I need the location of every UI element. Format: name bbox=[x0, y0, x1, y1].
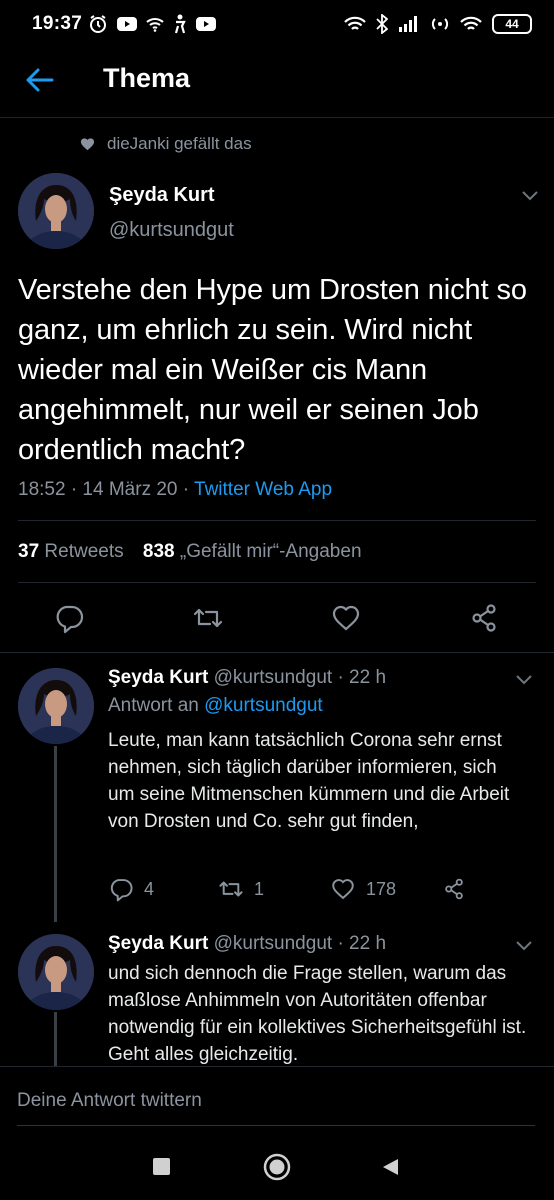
notification-icons bbox=[88, 13, 216, 35]
reply-action-share[interactable] bbox=[442, 876, 466, 902]
tweet-timestamp: 18:52 · 14 März 20 · bbox=[18, 479, 195, 500]
author-name[interactable]: Şeyda Kurt bbox=[109, 184, 215, 207]
youtube-icon-2 bbox=[196, 17, 216, 31]
page-title: Thema bbox=[103, 63, 191, 93]
like-icon[interactable] bbox=[330, 602, 362, 634]
recent-apps-button[interactable] bbox=[153, 1158, 170, 1175]
status-time: 19:37 bbox=[32, 13, 83, 34]
retweets-count: 37 bbox=[18, 541, 40, 562]
author-handle[interactable]: @kurtsundgut bbox=[109, 219, 234, 242]
liked-by-row[interactable]: dieJanki gefällt das bbox=[80, 134, 252, 154]
avatar-image bbox=[18, 934, 94, 1010]
retweet-icon[interactable] bbox=[192, 602, 224, 634]
reply-author[interactable]: Şeyda Kurt @kurtsundgut · 22 h bbox=[108, 933, 386, 955]
system-icons: 44 bbox=[344, 12, 532, 36]
liked-by-text: dieJanki gefällt das bbox=[107, 134, 252, 153]
reply-input-underline bbox=[17, 1125, 535, 1126]
likes-count: 838 bbox=[142, 541, 175, 562]
tweet-source-link[interactable]: Twitter Web App bbox=[194, 479, 332, 500]
back-arrow-icon[interactable] bbox=[24, 66, 56, 94]
avatar[interactable] bbox=[18, 668, 94, 744]
tweet-meta: 18:52 · 14 März 20 · Twitter Web App bbox=[18, 479, 332, 501]
reply-count: 4 bbox=[144, 878, 155, 899]
thread-line bbox=[54, 1012, 57, 1066]
heart-icon bbox=[80, 138, 95, 151]
like-icon bbox=[332, 879, 354, 900]
retweets-stat[interactable]: 37 Retweets bbox=[18, 541, 124, 562]
signal-icon bbox=[399, 16, 417, 32]
alarm-icon bbox=[90, 15, 106, 33]
divider bbox=[18, 582, 536, 583]
divider bbox=[0, 652, 554, 653]
wifi-notification-icon bbox=[146, 18, 164, 32]
avatar-image bbox=[18, 668, 94, 744]
retweet-count: 1 bbox=[254, 878, 265, 899]
bluetooth-icon bbox=[376, 14, 388, 34]
reply-author[interactable]: Şeyda Kurt @kurtsundgut · 22 h bbox=[108, 667, 386, 689]
reply-to-label: Antwort an bbox=[108, 695, 205, 716]
reply-author-handle: @kurtsundgut · 22 h bbox=[208, 667, 387, 688]
like-count: 178 bbox=[366, 878, 397, 899]
reply-input[interactable]: Deine Antwort twittern bbox=[17, 1090, 202, 1112]
wifi-icon bbox=[344, 16, 366, 30]
share-icon[interactable] bbox=[468, 602, 500, 634]
accessibility-icon bbox=[174, 14, 186, 34]
reply-author-name: Şeyda Kurt bbox=[108, 933, 209, 954]
retweet-icon bbox=[219, 881, 243, 897]
thread-line bbox=[54, 746, 57, 922]
hotspot-icon bbox=[431, 18, 449, 30]
reply-icon bbox=[110, 879, 133, 902]
avatar[interactable] bbox=[18, 934, 94, 1010]
reply-author-handle: @kurtsundgut · 22 h bbox=[208, 933, 387, 954]
wifi-icon-2 bbox=[460, 16, 482, 30]
reply-to-handle[interactable]: @kurtsundgut bbox=[204, 695, 323, 716]
tweet-stats: 37 Retweets 838 „Gefällt mir“-Angaben bbox=[18, 541, 362, 563]
likes-stat[interactable]: 838 „Gefällt mir“-Angaben bbox=[143, 541, 362, 562]
reply-icon[interactable] bbox=[53, 602, 85, 634]
share-icon bbox=[445, 878, 463, 900]
likes-label: „Gefällt mir“-Angaben bbox=[174, 541, 362, 562]
avatar-image bbox=[18, 173, 94, 249]
reply-action-like[interactable]: 178 bbox=[330, 876, 396, 902]
divider bbox=[18, 520, 536, 521]
reply-action-reply[interactable]: 4 bbox=[108, 876, 154, 902]
reply-action-retweet[interactable]: 1 bbox=[218, 876, 264, 902]
reply-to-line: Antwort an @kurtsundgut bbox=[108, 695, 323, 717]
home-button[interactable] bbox=[263, 1153, 291, 1181]
chevron-down-icon[interactable] bbox=[515, 674, 533, 686]
header-divider bbox=[0, 117, 554, 118]
chevron-down-icon[interactable] bbox=[521, 190, 539, 202]
status-bar: 19:37 44 bbox=[0, 0, 554, 50]
battery-indicator: 44 bbox=[492, 14, 532, 34]
reply-text: und sich dennoch die Frage stellen, waru… bbox=[108, 963, 527, 1065]
youtube-icon bbox=[117, 17, 137, 31]
chevron-down-icon[interactable] bbox=[515, 940, 533, 952]
reply-text: Leute, man kann tatsächlich Corona sehr … bbox=[108, 730, 510, 832]
tweet-text: Verstehe den Hype um Drosten nicht so ga… bbox=[18, 274, 527, 466]
retweets-label: Retweets bbox=[39, 541, 124, 562]
avatar[interactable] bbox=[18, 173, 94, 249]
reply-author-name: Şeyda Kurt bbox=[108, 667, 209, 688]
nav-back-button[interactable] bbox=[380, 1157, 400, 1177]
